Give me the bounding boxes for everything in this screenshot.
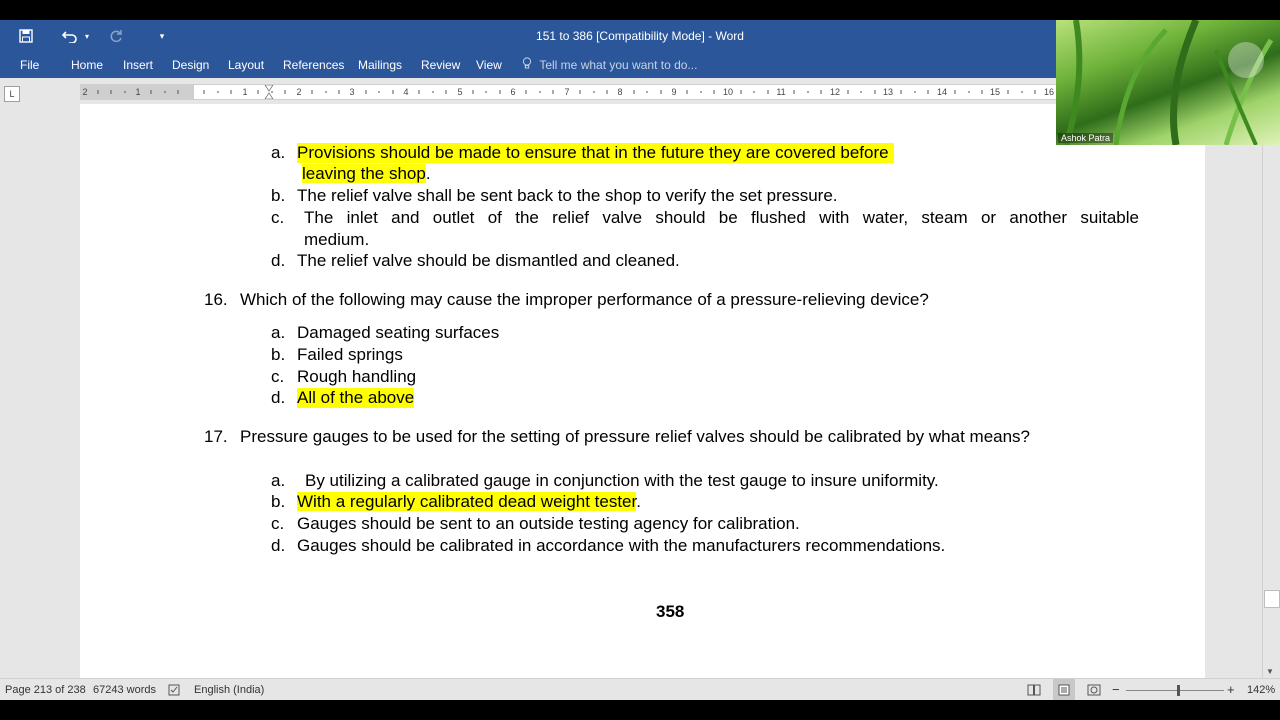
lightbulb-icon [522, 57, 535, 72]
ruler-number: 1 [242, 87, 247, 97]
zoom-slider-thumb[interactable] [1177, 685, 1180, 696]
q16-d-marker: d. [271, 388, 286, 407]
horizontal-ruler[interactable]: 2 1 1 2 3 4 5 6 7 8 9 10 11 12 13 14 15 … [80, 84, 1205, 100]
customize-qat-icon[interactable]: ▾ [150, 24, 174, 48]
ruler-number: 13 [883, 87, 893, 97]
hanging-indent-marker [264, 92, 274, 99]
tell-me-text: Tell me what you want to do... [539, 58, 698, 72]
q16-c-marker: c. [271, 367, 285, 386]
language[interactable]: English (India) [194, 679, 264, 700]
customize-qat: ▾ [150, 20, 174, 52]
zoom-slider[interactable] [1126, 690, 1224, 691]
tab-references[interactable]: References [283, 52, 344, 78]
ruler-number: 14 [937, 87, 947, 97]
q15-b-marker: b. [271, 186, 286, 205]
page-count[interactable]: Page 213 of 238 [5, 679, 86, 700]
q17-question: Pressure gauges to be used for the setti… [240, 427, 1031, 446]
ruler-number: 9 [671, 87, 676, 97]
redo-icon[interactable] [104, 24, 128, 48]
zoom-in-icon[interactable]: + [1227, 679, 1235, 700]
scrollbar-thumb[interactable] [1264, 590, 1280, 608]
q15-b-text: The relief valve shall be sent back to t… [297, 186, 838, 205]
ruler-number: 3 [349, 87, 354, 97]
undo-group: ▾ [58, 20, 92, 52]
q16-a-marker: a. [271, 323, 286, 342]
q15-d-marker: d. [271, 251, 286, 270]
tab-review[interactable]: Review [421, 52, 460, 78]
ruler-ticks: 2 1 1 2 3 4 5 6 7 8 9 10 11 12 13 14 15 … [82, 85, 1054, 99]
ruler-number: 6 [510, 87, 515, 97]
tell-me-box[interactable]: Tell me what you want to do... [522, 52, 697, 78]
ruler-number: 15 [990, 87, 1000, 97]
q17-c-marker: c. [271, 514, 285, 533]
q16-question: Which of the following may cause the imp… [240, 290, 929, 309]
q15-d-text: The relief valve should be dismantled an… [297, 251, 680, 270]
ruler-number: 4 [403, 87, 408, 97]
print-layout-icon[interactable] [1053, 679, 1075, 700]
ruler-number: 2 [296, 87, 301, 97]
q17-b-text: With a regularly calibrated dead weight … [297, 492, 637, 511]
participant-name: Ashok Patra [1058, 133, 1114, 143]
zoom-out-icon[interactable]: − [1112, 679, 1120, 700]
ruler-number: 10 [723, 87, 733, 97]
tab-mailings[interactable]: Mailings [358, 52, 402, 78]
ruler-number: 5 [457, 87, 462, 97]
q17-c-text: Gauges should be sent to an outside test… [297, 514, 800, 533]
save-icon[interactable] [14, 24, 38, 48]
document-page[interactable]: a. Provisions should be made to ensure t… [80, 104, 1205, 678]
ruler-number: 1 [135, 87, 140, 97]
q17-b-line: With a regularly calibrated dead weight … [297, 492, 641, 511]
q16-number: 16. [204, 290, 228, 309]
proofing-icon[interactable] [168, 679, 182, 700]
tab-home[interactable]: Home [71, 52, 103, 78]
word-count[interactable]: 67243 words [93, 679, 156, 700]
tab-file[interactable]: File [20, 52, 39, 78]
q15-c-marker: c. [271, 208, 285, 227]
ruler-number: 11 [776, 87, 785, 97]
q16-b-text: Failed springs [297, 345, 403, 364]
q17-number: 17. [204, 427, 228, 446]
webcam-overlay: Ashok Patra [1056, 20, 1280, 145]
page-number: 358 [656, 602, 685, 621]
grass-image [1063, 20, 1274, 145]
tab-layout[interactable]: Layout [228, 52, 264, 78]
quick-access-toolbar [14, 20, 38, 52]
tab-design[interactable]: Design [172, 52, 209, 78]
q15-a-text-line1: Provisions should be made to ensure that… [297, 143, 894, 163]
tab-insert[interactable]: Insert [123, 52, 153, 78]
q15-a-text-line2: leaving the shop [302, 164, 426, 183]
tab-view[interactable]: View [476, 52, 502, 78]
document-area: a. Provisions should be made to ensure t… [0, 104, 1262, 678]
q15-c-text-line1: The inlet and outlet of the relief valve… [304, 208, 1139, 227]
q16-c-text: Rough handling [297, 367, 417, 386]
undo-dropdown-icon[interactable]: ▾ [82, 24, 92, 48]
redo-group [104, 20, 128, 52]
q17-d-marker: d. [271, 536, 286, 555]
undo-icon[interactable] [58, 24, 82, 48]
first-line-indent-marker [264, 85, 274, 92]
zoom-level[interactable]: 142% [1247, 679, 1275, 700]
q16-b-marker: b. [271, 345, 286, 364]
q17-a-marker: a. [271, 471, 286, 490]
q15-c-text-line2: medium. [304, 230, 370, 249]
q17-a-text: By utilizing a calibrated gauge in conju… [305, 471, 939, 490]
web-layout-icon[interactable] [1087, 679, 1101, 700]
q16-d-text: All of the above [297, 388, 415, 408]
status-bar: Page 213 of 238 67243 words English (Ind… [0, 678, 1280, 700]
q15-a-line2: leaving the shop. [302, 164, 431, 183]
ruler-number: 8 [617, 87, 622, 97]
q17-d-text: Gauges should be calibrated in accordanc… [297, 536, 946, 555]
q16-a-text: Damaged seating surfaces [297, 323, 500, 342]
ruler-number: 12 [830, 87, 840, 97]
ruler-number: 7 [564, 87, 569, 97]
tab-selector[interactable]: L [4, 86, 20, 102]
q15-a-marker: a. [271, 143, 286, 162]
ruler-number: 2 [82, 87, 87, 97]
read-mode-icon[interactable] [1027, 679, 1041, 700]
word-window: ▾ ▾ 151 to 386 [Compatibility Mode] - Wo… [0, 20, 1280, 700]
vertical-scrollbar[interactable]: ▼ [1262, 104, 1280, 678]
ruler-number: 16 [1044, 87, 1054, 97]
q17-b-marker: b. [271, 492, 286, 511]
scroll-down-icon[interactable]: ▼ [1266, 667, 1274, 676]
